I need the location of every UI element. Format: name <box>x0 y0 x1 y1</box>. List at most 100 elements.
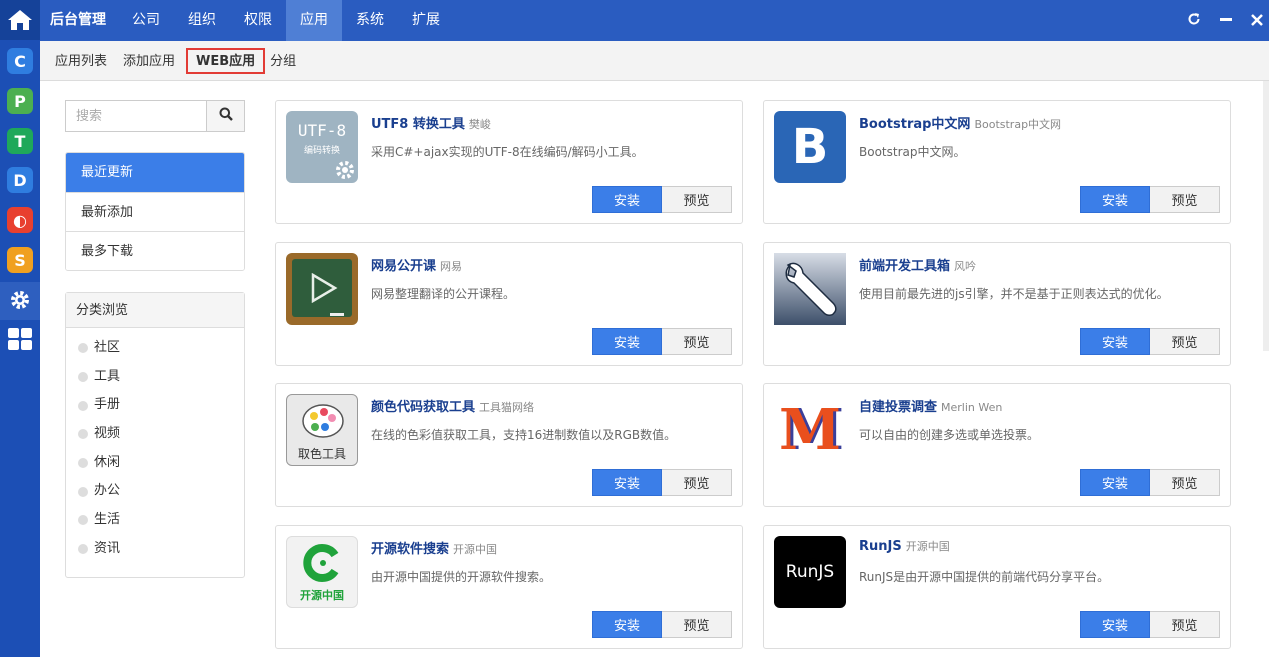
app-name[interactable]: 前端开发工具箱 <box>859 259 950 274</box>
dock-app-contrast-icon[interactable]: ◐ <box>7 207 33 233</box>
install-button[interactable]: 安装 <box>592 611 662 638</box>
subnav-add-app[interactable]: 添加应用 <box>118 48 180 74</box>
install-button[interactable]: 安装 <box>592 469 662 496</box>
category-label: 社区 <box>94 340 121 355</box>
app-description: 由开源中国提供的开源软件搜索。 <box>371 570 552 584</box>
preview-button[interactable]: 预览 <box>662 611 732 638</box>
preview-button[interactable]: 预览 <box>1150 611 1220 638</box>
wrench-icon <box>785 262 837 316</box>
search-input[interactable] <box>65 100 206 132</box>
filter-newest[interactable]: 最新添加 <box>66 192 244 231</box>
app-title: RunJS 开源中国 <box>859 538 950 554</box>
app-card: 网易公开课 网易 网易整理翻译的公开课程。 安装 预览 <box>275 242 743 366</box>
nav-extension[interactable]: 扩展 <box>398 0 454 41</box>
grid-icon[interactable] <box>7 327 33 355</box>
app-title: 自建投票调查 Merlin Wen <box>859 396 1002 415</box>
category-label: 手册 <box>94 397 121 413</box>
install-button[interactable]: 安装 <box>1080 186 1150 213</box>
icon-label: M <box>779 397 841 463</box>
category-item[interactable]: 资讯 <box>66 535 244 564</box>
nav-apps[interactable]: 应用 <box>286 0 342 41</box>
palette-icon <box>302 404 344 438</box>
runjs-app-icon: RunJS <box>774 536 846 608</box>
close-icon[interactable] <box>1251 12 1263 30</box>
category-item[interactable]: 生活 <box>66 506 244 535</box>
preview-button[interactable]: 预览 <box>662 328 732 355</box>
bullet-icon <box>78 544 88 555</box>
refresh-icon[interactable] <box>1187 12 1201 30</box>
subnav-web-apps[interactable]: WEB应用 <box>186 47 266 74</box>
minimize-icon[interactable] <box>1219 12 1233 30</box>
subnav-groups[interactable]: 分组 <box>265 48 301 74</box>
category-item[interactable]: 工具 <box>66 363 244 392</box>
sort-filter-list: 最近更新 最新添加 最多下载 <box>65 152 245 271</box>
preview-button[interactable]: 预览 <box>662 469 732 496</box>
app-name[interactable]: 开源软件搜索 <box>371 542 449 557</box>
install-button[interactable]: 安装 <box>592 186 662 213</box>
nav-permission[interactable]: 权限 <box>230 0 286 41</box>
dock-app-p-icon[interactable]: P <box>7 88 33 114</box>
category-label: 工具 <box>94 368 121 384</box>
preview-button[interactable]: 预览 <box>662 186 732 213</box>
category-item[interactable]: 社区 <box>66 334 244 363</box>
play-board-app-icon <box>286 253 358 325</box>
app-card: RunJS RunJS 开源中国 RunJS是由开源中国提供的前端代码分享平台。 … <box>763 525 1231 649</box>
category-label: 视频 <box>94 426 121 442</box>
home-icon[interactable] <box>0 0 40 40</box>
app-title: UTF8 转换工具 樊峻 <box>371 113 491 132</box>
preview-button[interactable]: 预览 <box>1150 469 1220 496</box>
category-item[interactable]: 视频 <box>66 420 244 449</box>
category-list: 社区 工具 手册 视频 休闲 办公 生活 资讯 <box>66 328 244 564</box>
app-card: 取色工具 颜色代码获取工具 工具猫网络 在线的色彩值获取工具，支持16进制数值以及… <box>275 383 743 507</box>
app-actions: 安装 预览 <box>592 328 732 355</box>
app-card: M 自建投票调查 Merlin Wen 可以自由的创建多选或单选投票。 安装 预览 <box>763 383 1231 507</box>
install-button[interactable]: 安装 <box>1080 328 1150 355</box>
nav-company[interactable]: 公司 <box>118 0 174 41</box>
vote-app-icon: M <box>774 394 846 466</box>
nav-system[interactable]: 系统 <box>342 0 398 41</box>
icon-label: RunJS <box>785 562 835 582</box>
gear-icon[interactable] <box>8 288 32 316</box>
dock-app-s-icon[interactable]: S <box>7 247 33 273</box>
app-actions: 安装 预览 <box>592 186 732 213</box>
app-name[interactable]: RunJS <box>859 539 902 554</box>
filter-recent-updated[interactable]: 最近更新 <box>66 153 244 192</box>
app-actions: 安装 预览 <box>1080 611 1220 638</box>
app-description: 网易整理翻译的公开课程。 <box>371 287 516 301</box>
icon-label: 开源中国 <box>300 589 344 602</box>
app-author: Merlin Wen <box>941 401 1003 414</box>
preview-button[interactable]: 预览 <box>1150 328 1220 355</box>
dock-app-t-icon[interactable]: T <box>7 128 33 154</box>
install-button[interactable]: 安装 <box>1080 469 1150 496</box>
app-author: 工具猫网络 <box>479 401 535 414</box>
install-button[interactable]: 安装 <box>592 328 662 355</box>
app-card: 前端开发工具箱 风吟 使用目前最先进的js引擎，并不是基于正则表达式的优化。 安装… <box>763 242 1231 366</box>
app-name[interactable]: UTF8 转换工具 <box>371 117 465 132</box>
app-name[interactable]: 颜色代码获取工具 <box>371 400 475 415</box>
app-card: UTF-8 编码转换 UTF8 转换工具 樊峻 采用C#+ajax实现的UTF-8… <box>275 100 743 224</box>
install-button[interactable]: 安装 <box>1080 611 1150 638</box>
filter-most-downloaded[interactable]: 最多下载 <box>66 231 244 270</box>
gear-icon <box>336 161 354 179</box>
scrollbar[interactable] <box>1263 81 1269 351</box>
preview-button[interactable]: 预览 <box>1150 186 1220 213</box>
category-label: 生活 <box>94 512 121 528</box>
app-name[interactable]: 自建投票调查 <box>859 400 937 415</box>
app-description: 在线的色彩值获取工具，支持16进制数值以及RGB数值。 <box>371 428 677 442</box>
category-panel: 分类浏览 社区 工具 手册 视频 休闲 办公 生活 资讯 <box>65 292 245 578</box>
sub-nav: 应用列表 添加应用 WEB应用 分组 <box>40 41 1269 81</box>
nav-organization[interactable]: 组织 <box>174 0 230 41</box>
app-name[interactable]: Bootstrap中文网 <box>859 117 970 132</box>
category-item[interactable]: 办公 <box>66 477 244 506</box>
dock-app-c-icon[interactable]: C <box>7 48 33 74</box>
category-item[interactable]: 休闲 <box>66 449 244 478</box>
category-item[interactable]: 手册 <box>66 391 244 420</box>
app-name[interactable]: 网易公开课 <box>371 259 436 274</box>
subnav-app-list[interactable]: 应用列表 <box>50 48 112 74</box>
app-description: 可以自由的创建多选或单选投票。 <box>859 428 1040 442</box>
search-button[interactable] <box>206 100 245 132</box>
dock-app-d-icon[interactable]: D <box>7 167 33 193</box>
wrench-app-icon <box>774 253 846 325</box>
app-actions: 安装 预览 <box>1080 328 1220 355</box>
icon-label: 取色工具 <box>297 447 346 461</box>
